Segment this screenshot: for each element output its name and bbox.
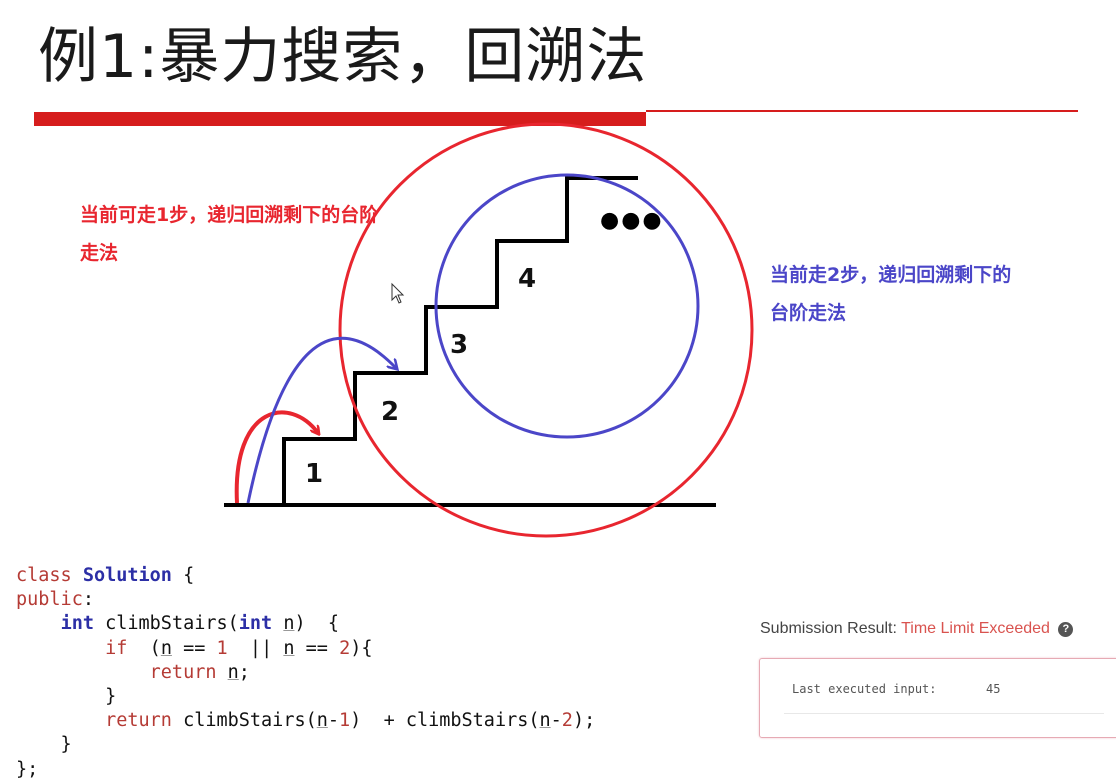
mouse-pointer-icon [391,282,405,304]
question-circle-icon[interactable]: ? [1058,622,1074,637]
submission-result-header: Submission Result: Time Limit Exceeded ? [760,620,1074,638]
result-divider [784,713,1104,714]
note-one-step: 当前可走1步，递归回溯剩下的台阶走法 [80,204,379,264]
code-line-4: if (n == 1 || n == 2){ [105,637,373,659]
code-line-6: } [16,686,117,708]
red-circle [338,122,754,538]
submission-result-label: Submission Result: [760,620,897,637]
result-panel: Last executed input: 45 [759,658,1116,738]
step-label-4: 4 [518,264,536,294]
code-line-7: return climbStairs(n-1) + climbStairs(n-… [105,710,596,732]
last-input-value: 45 [986,682,1001,696]
code-line-1: class Solution { [16,565,195,586]
code-line-3: int climbStairs(int n) { [60,613,340,635]
step-label-1: 1 [305,459,323,489]
code-line-9: }; [16,758,39,780]
last-input-label: Last executed input: [792,682,937,696]
submission-status: Time Limit Exceeded [901,620,1050,637]
code-line-2: public: [16,589,94,611]
code-line-8: } [16,734,72,756]
continuation-dots: ●●● [600,208,664,233]
step-label-3: 3 [450,330,468,360]
note-two-steps: 当前走2步，递归回溯剩下的台阶走法 [770,264,1012,324]
red-step-arrow [234,410,318,504]
step-label-2: 2 [381,397,399,427]
code-block: class Solution { public: int climbStairs… [16,564,595,782]
code-line-5: return n; [149,661,250,683]
